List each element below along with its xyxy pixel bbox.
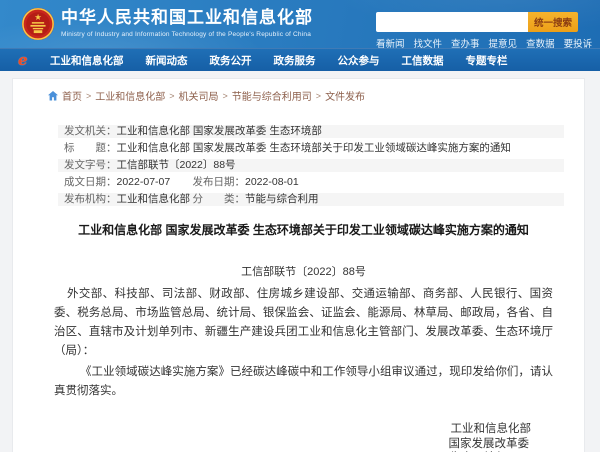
meta-label: 发布日期： bbox=[192, 176, 246, 188]
meta-label: 发文机关： bbox=[64, 125, 117, 137]
breadcrumb-separator: > bbox=[169, 90, 175, 101]
search-input[interactable] bbox=[376, 12, 528, 32]
content-card: 首页 > 工业和信息化部 > 机关司局 > 节能与综合利用司 > 文件发布 发文… bbox=[12, 78, 585, 452]
national-emblem-icon: ★ bbox=[21, 7, 55, 41]
document-body: 工业和信息化部 国家发展改革委 生态环境部关于印发工业领域碳达峰实施方案的通知 … bbox=[54, 223, 553, 452]
meta-value: 工业和信息化部 国家发展改革委 生态环境部 bbox=[116, 125, 322, 137]
breadcrumb-separator: > bbox=[315, 90, 322, 101]
breadcrumb-energy-dept[interactable]: 节能与综合利用司 bbox=[232, 88, 312, 103]
miit-e-logo-icon: e bbox=[18, 51, 28, 69]
document-meta-table: 发文机关： 工业和信息化部 国家发展改革委 生态环境部 标 题： 工业和信息化部… bbox=[58, 125, 564, 206]
breadcrumb-current: 文件发布 bbox=[325, 92, 366, 103]
meta-value: 2022-07-07 bbox=[116, 176, 171, 188]
svg-text:★: ★ bbox=[34, 13, 42, 23]
signature-block: 工业和信息化部 国家发展改革委 生态环境部 bbox=[54, 422, 553, 452]
site-title: 中华人民共和国工业和信息化部 bbox=[61, 8, 313, 27]
meta-value: 2022-08-01 bbox=[245, 176, 299, 188]
search-bar: 统一搜索 bbox=[376, 12, 578, 32]
meta-row-publisher: 发布机构： 工业和信息化部 分 类： 节能与综合利用 bbox=[58, 193, 564, 206]
breadcrumb-separator: > bbox=[222, 90, 228, 101]
main-nav: e 工业和信息化部 新闻动态 政务公开 政务服务 公众参与 工信数据 专题专栏 bbox=[0, 48, 600, 71]
meta-label: 发文字号： bbox=[64, 159, 117, 171]
nav-item-miit[interactable]: 工业和信息化部 bbox=[50, 53, 124, 68]
nav-item-gov-info[interactable]: 政务公开 bbox=[210, 53, 252, 68]
recipients-paragraph: 外交部、科技部、司法部、财政部、住房城乡建设部、交通运输部、商务部、人民银行、国… bbox=[54, 288, 553, 357]
home-icon[interactable] bbox=[48, 90, 58, 101]
nav-item-news[interactable]: 新闻动态 bbox=[146, 53, 188, 68]
signature-line: 国家发展改革委 bbox=[448, 437, 530, 450]
document-number: 工信部联节〔2022〕88号 bbox=[241, 266, 366, 278]
site-subtitle: Ministry of Industry and Information Tec… bbox=[61, 31, 312, 38]
meta-label: 分 类： bbox=[192, 193, 246, 205]
nav-item-public[interactable]: 公众参与 bbox=[338, 53, 380, 68]
nav-item-topics[interactable]: 专题专栏 bbox=[466, 53, 508, 68]
body-paragraph: 《工业领域碳达峰实施方案》已经碳达峰碳中和工作领导小组审议通过，现印发给你们，请… bbox=[54, 366, 553, 397]
document-title: 工业和信息化部 国家发展改革委 生态环境部关于印发工业领域碳达峰实施方案的通知 bbox=[78, 223, 529, 237]
breadcrumb-home[interactable]: 首页 bbox=[62, 88, 82, 103]
site-brand[interactable]: ★ 中华人民共和国工业和信息化部 Ministry of Industry an… bbox=[21, 7, 313, 41]
meta-value: 节能与综合利用 bbox=[245, 193, 319, 205]
breadcrumb-miit[interactable]: 工业和信息化部 bbox=[95, 88, 165, 103]
signature-line: 工业和信息化部 bbox=[450, 423, 532, 435]
meta-value: 工信部联节〔2022〕88号 bbox=[116, 159, 236, 171]
meta-row-title: 标 题： 工业和信息化部 国家发展改革委 生态环境部关于印发工业领域碳达峰实施方… bbox=[58, 142, 564, 155]
nav-item-data[interactable]: 工信数据 bbox=[402, 53, 444, 68]
breadcrumb-separator: > bbox=[86, 90, 92, 101]
meta-row-issuing-agency: 发文机关： 工业和信息化部 国家发展改革委 生态环境部 bbox=[58, 125, 564, 138]
meta-value: 工业和信息化部 bbox=[116, 193, 191, 205]
breadcrumb-bureaus[interactable]: 机关司局 bbox=[179, 88, 219, 103]
page: ★ 中华人民共和国工业和信息化部 Ministry of Industry an… bbox=[0, 0, 600, 452]
site-header: ★ 中华人民共和国工业和信息化部 Ministry of Industry an… bbox=[0, 0, 600, 50]
search-button[interactable]: 统一搜索 bbox=[528, 12, 578, 32]
meta-row-doc-number: 发文字号： 工信部联节〔2022〕88号 bbox=[58, 159, 564, 172]
meta-label: 成文日期： bbox=[64, 176, 117, 188]
breadcrumb: 首页 > 工业和信息化部 > 机关司局 > 节能与综合利用司 > 文件发布 bbox=[48, 88, 584, 103]
meta-value: 工业和信息化部 国家发展改革委 生态环境部关于印发工业领域碳达峰实施方案的通知 bbox=[116, 142, 511, 154]
site-title-block: 中华人民共和国工业和信息化部 Ministry of Industry and … bbox=[61, 7, 313, 38]
meta-row-dates: 成文日期： 2022-07-07 发布日期： 2022-08-01 bbox=[58, 176, 564, 189]
nav-item-services[interactable]: 政务服务 bbox=[274, 53, 316, 68]
meta-label: 发布机构： bbox=[64, 193, 117, 205]
meta-label: 标 题： bbox=[64, 142, 117, 154]
